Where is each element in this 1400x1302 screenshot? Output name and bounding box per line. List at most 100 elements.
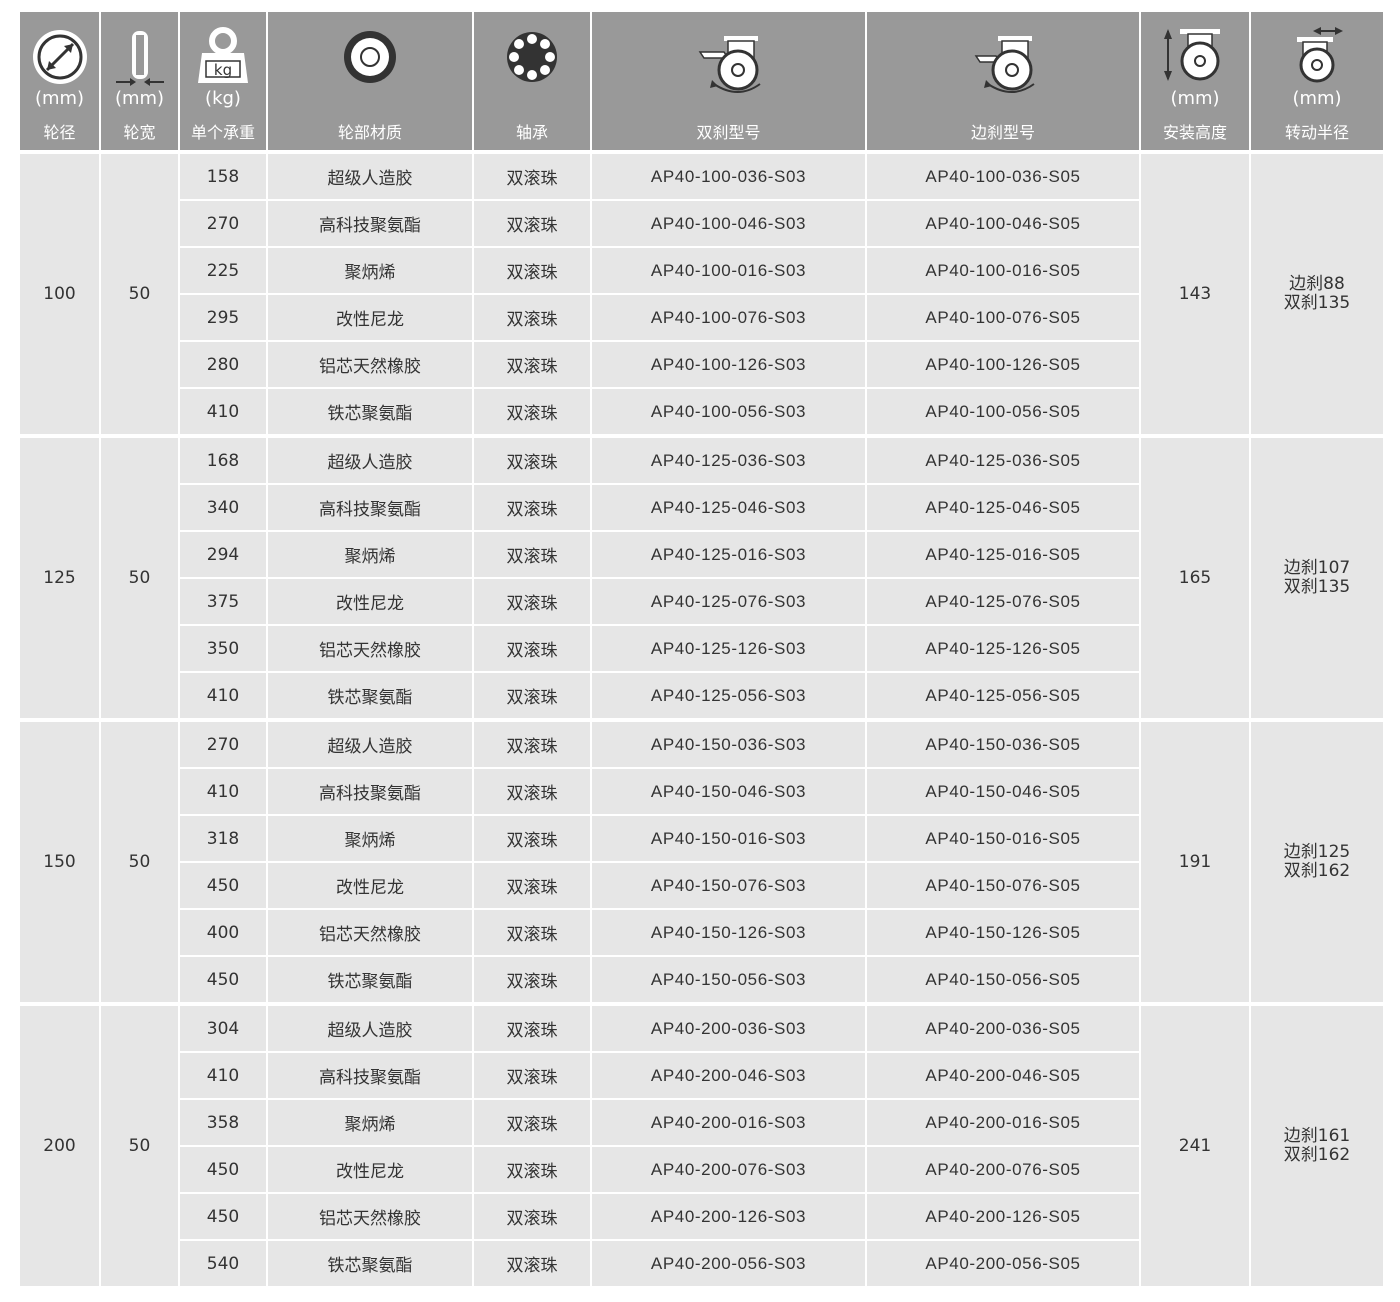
mounting-height-cell: 143 bbox=[1139, 154, 1249, 434]
bearing-cell: 双滚珠 bbox=[472, 579, 590, 624]
table-row: 358 聚炳烯 双滚珠 AP40-200-016-S03 AP40-200-016-S0… bbox=[178, 1098, 1139, 1145]
bearing-cell: 双滚珠 bbox=[472, 722, 590, 767]
swivel-radius-cell: 边刹161 双刹162 bbox=[1249, 1006, 1383, 1286]
double-brake-model-cell: AP40-100-056-S03 bbox=[590, 389, 865, 434]
radius-side-brake: 边刹107 bbox=[1283, 558, 1351, 578]
table-row: 400 铝芯天然橡胶 双滚珠 AP40-150-126-S03 AP40-150-126… bbox=[178, 908, 1139, 955]
load-cell: 400 bbox=[178, 910, 266, 955]
mounting-height-cell: 191 bbox=[1139, 722, 1249, 1002]
load-cell: 450 bbox=[178, 1194, 266, 1239]
header-label: 轮宽 bbox=[123, 123, 156, 142]
bearing-cell: 双滚珠 bbox=[472, 1147, 590, 1192]
double-brake-model-cell: AP40-125-036-S03 bbox=[590, 438, 865, 483]
table-row: 410 铁芯聚氨酯 双滚珠 AP40-125-056-S03 AP40-125-056-… bbox=[178, 671, 1139, 718]
double-brake-model-cell: AP40-100-076-S03 bbox=[590, 295, 865, 340]
bearing-cell: 双滚珠 bbox=[472, 1100, 590, 1145]
load-cell: 410 bbox=[178, 673, 266, 718]
bearing-cell: 双滚珠 bbox=[472, 248, 590, 293]
double-brake-model-cell: AP40-125-126-S03 bbox=[590, 626, 865, 671]
table-row: 350 铝芯天然橡胶 双滚珠 AP40-125-126-S03 AP40-125-126… bbox=[178, 624, 1139, 671]
swivel-radius-cell: 边刹125 双刹162 bbox=[1249, 722, 1383, 1002]
header-height: (mm) 安装高度 bbox=[1139, 12, 1249, 150]
width-cell: 50 bbox=[99, 154, 178, 434]
load-cell: 410 bbox=[178, 389, 266, 434]
bearing-cell: 双滚珠 bbox=[472, 201, 590, 246]
material-cell: 聚炳烯 bbox=[266, 532, 472, 577]
side-brake-model-cell: AP40-125-036-S05 bbox=[865, 438, 1139, 483]
header-unit: (mm) bbox=[1170, 88, 1220, 109]
header-radius: (mm) 转动半径 bbox=[1249, 12, 1383, 150]
bearing-cell: 双滚珠 bbox=[472, 532, 590, 577]
table-row: 304 超级人造胶 双滚珠 AP40-200-036-S03 AP40-200-036-… bbox=[178, 1006, 1139, 1051]
table-row: 450 改性尼龙 双滚珠 AP40-150-076-S03 AP40-150-076-S… bbox=[178, 861, 1139, 908]
header-material: 轮部材质 bbox=[266, 12, 472, 150]
header-label: 轮部材质 bbox=[337, 123, 402, 142]
table-row: 340 高科技聚氨酯 双滚珠 AP40-125-046-S03 AP40-125-046… bbox=[178, 483, 1139, 530]
table-row: 450 改性尼龙 双滚珠 AP40-200-076-S03 AP40-200-076-S… bbox=[178, 1145, 1139, 1192]
double-brake-model-cell: AP40-200-076-S03 bbox=[590, 1147, 865, 1192]
radius-double-brake: 双刹135 bbox=[1283, 577, 1351, 597]
header-unit: (mm) bbox=[114, 88, 165, 109]
header-label: 双刹型号 bbox=[696, 123, 761, 142]
size-group: 100 50 158 超级人造胶 双滚珠 AP40-100-036-S03 AP40-100… bbox=[20, 154, 1383, 434]
table-row: 540 铁芯聚氨酯 双滚珠 AP40-200-056-S03 AP40-200-056-… bbox=[178, 1239, 1139, 1286]
material-cell: 铝芯天然橡胶 bbox=[266, 626, 472, 671]
material-cell: 改性尼龙 bbox=[266, 1147, 472, 1192]
material-cell: 铁芯聚氨酯 bbox=[266, 1241, 472, 1286]
mounting-height-icon bbox=[1141, 26, 1249, 84]
double-brake-model-cell: AP40-100-016-S03 bbox=[590, 248, 865, 293]
side-brake-model-cell: AP40-125-056-S05 bbox=[865, 673, 1139, 718]
material-cell: 改性尼龙 bbox=[266, 295, 472, 340]
bearing-cell: 双滚珠 bbox=[472, 1194, 590, 1239]
side-brake-model-cell: AP40-150-046-S05 bbox=[865, 769, 1139, 814]
bearing-cell: 双滚珠 bbox=[472, 295, 590, 340]
load-cell: 270 bbox=[178, 722, 266, 767]
swivel-radius-icon bbox=[1251, 26, 1383, 84]
side-brake-model-cell: AP40-200-036-S05 bbox=[865, 1006, 1139, 1051]
table-row: 318 聚炳烯 双滚珠 AP40-150-016-S03 AP40-150-016-S0… bbox=[178, 814, 1139, 861]
load-cell: 295 bbox=[178, 295, 266, 340]
double-brake-model-cell: AP40-200-016-S03 bbox=[590, 1100, 865, 1145]
material-cell: 改性尼龙 bbox=[266, 579, 472, 624]
material-cell: 铁芯聚氨酯 bbox=[266, 957, 472, 1002]
load-cell: 450 bbox=[178, 957, 266, 1002]
diameter-cell: 200 bbox=[43, 1136, 76, 1156]
bearing-cell: 双滚珠 bbox=[472, 1241, 590, 1286]
side-brake-model-cell: AP40-200-126-S05 bbox=[865, 1194, 1139, 1239]
load-cell: 340 bbox=[178, 485, 266, 530]
row-list: 158 超级人造胶 双滚珠 AP40-100-036-S03 AP40-100-036-… bbox=[178, 154, 1139, 434]
header-label: 轮径 bbox=[43, 123, 76, 142]
double-brake-model-cell: AP40-100-036-S03 bbox=[590, 154, 865, 199]
table-row: 168 超级人造胶 双滚珠 AP40-125-036-S03 AP40-125-036-… bbox=[178, 438, 1139, 483]
material-cell: 聚炳烯 bbox=[266, 248, 472, 293]
header-diameter: (mm) 轮径 bbox=[20, 12, 99, 150]
side-brake-model-cell: AP40-100-016-S05 bbox=[865, 248, 1139, 293]
double-brake-model-cell: AP40-150-036-S03 bbox=[590, 722, 865, 767]
table-row: 295 改性尼龙 双滚珠 AP40-100-076-S03 AP40-100-076-S… bbox=[178, 293, 1139, 340]
material-cell: 超级人造胶 bbox=[266, 722, 472, 767]
double-brake-model-cell: AP40-125-046-S03 bbox=[590, 485, 865, 530]
header-side-brake: 边刹型号 bbox=[865, 12, 1139, 150]
table-row: 450 铁芯聚氨酯 双滚珠 AP40-150-056-S03 AP40-150-056-… bbox=[178, 955, 1139, 1002]
bearing-cell: 双滚珠 bbox=[472, 1006, 590, 1051]
double-brake-caster-icon bbox=[592, 30, 865, 100]
table-row: 410 铁芯聚氨酯 双滚珠 AP40-100-056-S03 AP40-100-056-… bbox=[178, 387, 1139, 434]
header-load: kg (kg) 单个承重 bbox=[178, 12, 266, 150]
row-list: 304 超级人造胶 双滚珠 AP40-200-036-S03 AP40-200-036-… bbox=[178, 1006, 1139, 1286]
material-cell: 高科技聚氨酯 bbox=[266, 1053, 472, 1098]
material-cell: 超级人造胶 bbox=[266, 438, 472, 483]
double-brake-model-cell: AP40-200-036-S03 bbox=[590, 1006, 865, 1051]
load-cell: 450 bbox=[178, 1147, 266, 1192]
row-list: 270 超级人造胶 双滚珠 AP40-150-036-S03 AP40-150-036-… bbox=[178, 722, 1139, 1002]
table-body: 100 50 158 超级人造胶 双滚珠 AP40-100-036-S03 AP40-100… bbox=[20, 154, 1383, 1286]
table-row: 375 改性尼龙 双滚珠 AP40-125-076-S03 AP40-125-076-S… bbox=[178, 577, 1139, 624]
side-brake-model-cell: AP40-100-056-S05 bbox=[865, 389, 1139, 434]
load-cell: 375 bbox=[178, 579, 266, 624]
header-unit: (mm) bbox=[1292, 88, 1342, 109]
side-brake-caster-icon bbox=[867, 30, 1139, 100]
side-brake-model-cell: AP40-125-076-S05 bbox=[865, 579, 1139, 624]
radius-double-brake: 双刹135 bbox=[1283, 293, 1351, 313]
weight-icon-text: kg bbox=[214, 61, 232, 79]
double-brake-model-cell: AP40-150-056-S03 bbox=[590, 957, 865, 1002]
double-brake-model-cell: AP40-100-046-S03 bbox=[590, 201, 865, 246]
